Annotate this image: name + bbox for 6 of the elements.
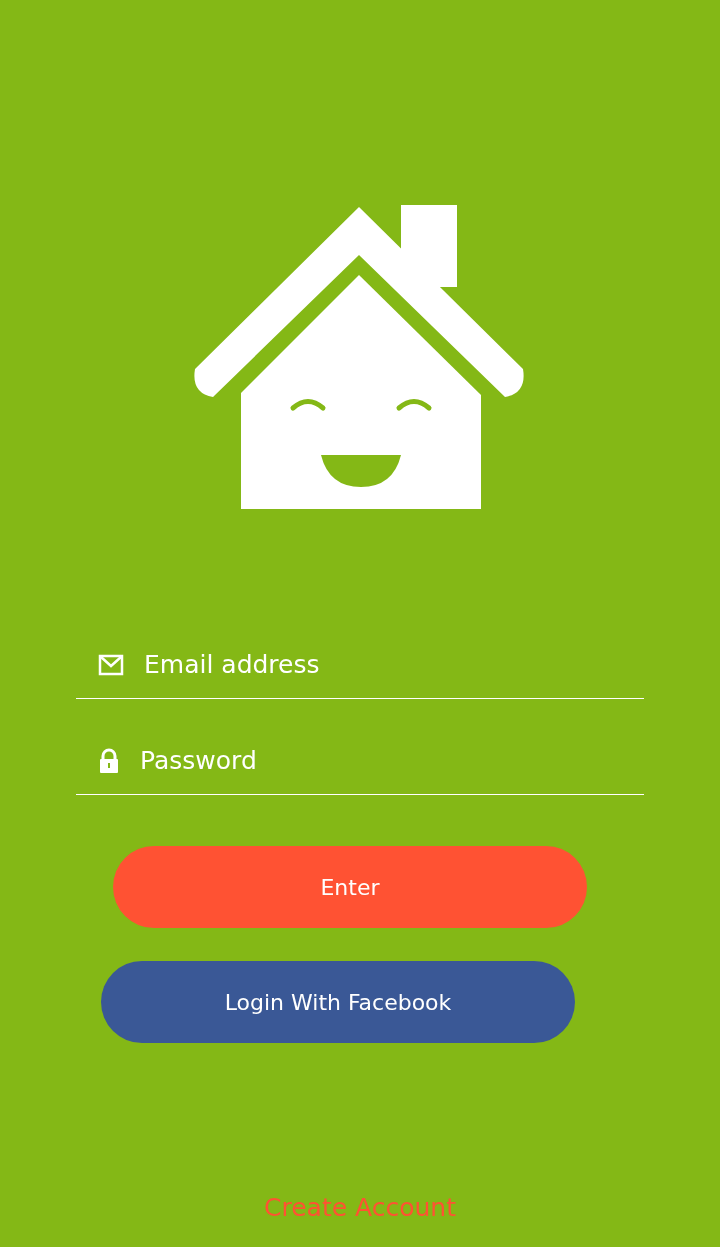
lock-icon [98,747,120,774]
email-field[interactable]: Email address [144,645,644,684]
enter-button[interactable]: Enter [113,846,587,928]
password-field[interactable]: Password [140,741,644,780]
mail-icon [98,653,124,676]
facebook-login-button[interactable]: Login With Facebook [101,961,575,1043]
